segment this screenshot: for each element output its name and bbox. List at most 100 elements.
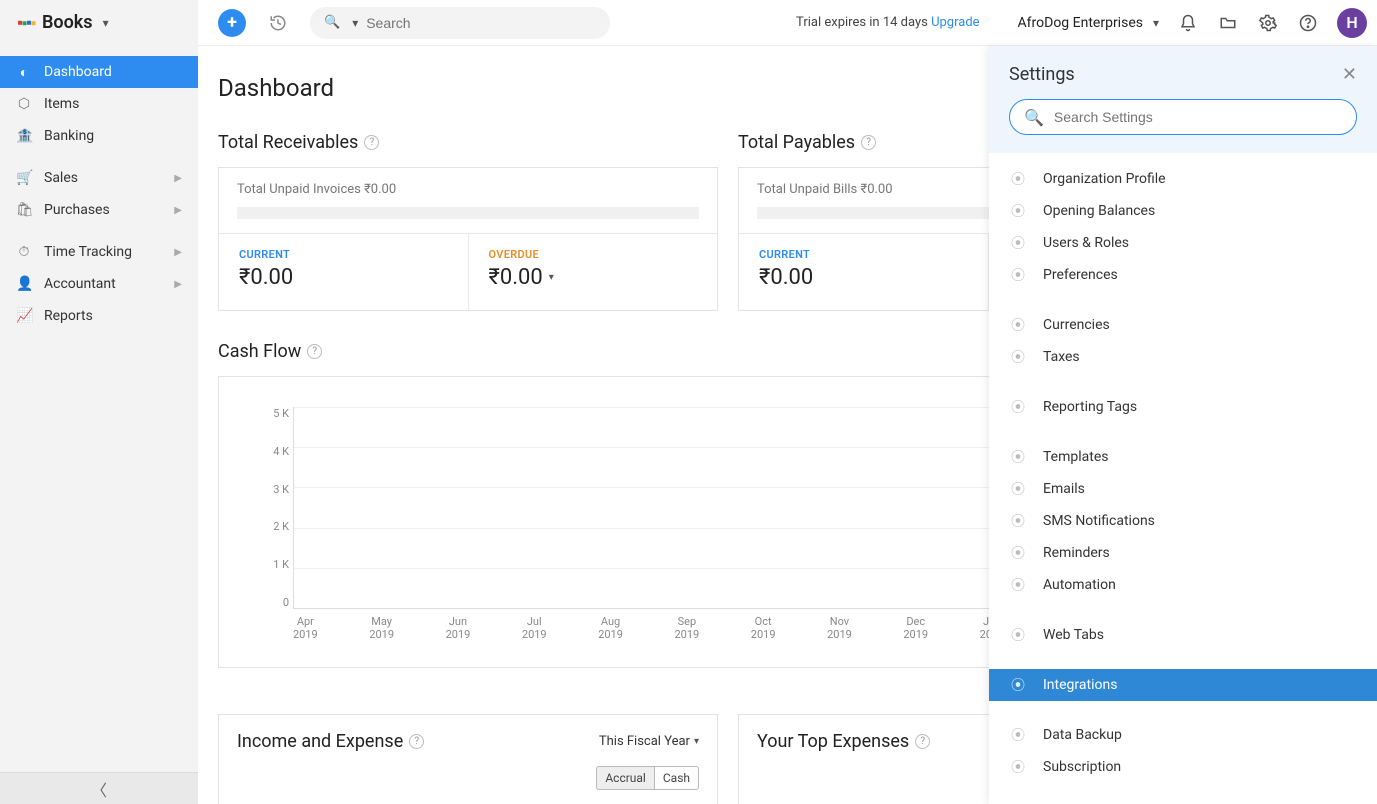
settings-item-label: SMS Notifications — [1043, 513, 1155, 529]
settings-item-emails[interactable]: ⦿ Emails — [989, 473, 1377, 505]
sidebar-item-icon: ⬡ — [16, 96, 32, 112]
receivables-overdue-value: ₹0.00 — [489, 265, 543, 290]
receivables-overdue-label: OVERDUE — [489, 248, 698, 261]
help-icon[interactable]: ? — [915, 734, 930, 749]
settings-item-icon: ⦿ — [1009, 169, 1027, 189]
bell-icon — [1179, 14, 1197, 32]
y-tick: 2 K — [249, 520, 289, 533]
receivables-current-label: CURRENT — [239, 248, 448, 261]
settings-item-icon: ⦿ — [1009, 397, 1027, 417]
settings-search-input[interactable] — [1054, 109, 1342, 125]
settings-search[interactable]: 🔍 — [1009, 99, 1357, 135]
settings-item-automation[interactable]: ⦿ Automation — [989, 569, 1377, 601]
sidebar-item-time-tracking[interactable]: ⏱ Time Tracking ▶ — [0, 236, 198, 268]
settings-item-label: Web Tabs — [1043, 627, 1104, 643]
receivables-progress-bar — [237, 207, 699, 219]
settings-item-icon: ⦿ — [1009, 575, 1027, 595]
x-tick: Apr2019 — [293, 615, 318, 655]
receivables-current-value: ₹0.00 — [239, 265, 448, 290]
settings-item-integrations[interactable]: ⦿ Integrations — [989, 669, 1377, 701]
settings-item-reminders[interactable]: ⦿ Reminders — [989, 537, 1377, 569]
avatar[interactable]: H — [1337, 8, 1367, 38]
settings-button[interactable] — [1257, 12, 1279, 34]
notifications-button[interactable] — [1177, 12, 1199, 34]
sidebar-item-items[interactable]: ⬡ Items — [0, 88, 198, 120]
sidebar-item-reports[interactable]: 📈 Reports — [0, 300, 198, 332]
settings-item-data-backup[interactable]: ⦿ Data Backup — [989, 719, 1377, 751]
settings-item-icon: ⦿ — [1009, 447, 1027, 467]
organization-switcher[interactable]: AfroDog Enterprises ▾ — [1018, 15, 1159, 31]
settings-item-users-roles[interactable]: ⦿ Users & Roles — [989, 227, 1377, 259]
help-icon[interactable]: ? — [364, 135, 379, 150]
chevron-down-icon: ▾ — [103, 16, 109, 30]
documents-button[interactable] — [1217, 12, 1239, 34]
history-button[interactable] — [264, 9, 292, 37]
sidebar-item-sales[interactable]: 🛒 Sales ▶ — [0, 162, 198, 194]
x-tick: Oct2019 — [751, 615, 776, 655]
settings-item-sms-notifications[interactable]: ⦿ SMS Notifications — [989, 505, 1377, 537]
y-tick: 0 — [249, 596, 289, 609]
y-tick: 1 K — [249, 558, 289, 571]
settings-item-icon: ⦿ — [1009, 511, 1027, 531]
sidebar-item-icon: ◐ — [16, 64, 32, 81]
help-icon[interactable]: ? — [861, 135, 876, 150]
chevron-left-icon: 〈 — [91, 777, 107, 801]
gear-icon — [1259, 14, 1277, 32]
folder-icon — [1219, 14, 1237, 32]
sidebar-collapse-button[interactable]: 〈 — [0, 772, 198, 804]
trial-text: Trial expires in 14 days — [796, 15, 931, 30]
header-tools: + 🔍 ▾ Trial expires in 14 days Upgrade A… — [198, 7, 1377, 39]
income-expense-card: Income and Expense ? This Fiscal Year ▾ … — [218, 714, 718, 804]
settings-item-taxes[interactable]: ⦿ Taxes — [989, 341, 1377, 373]
x-tick: Jul2019 — [522, 615, 547, 655]
chevron-down-icon: ▾ — [549, 272, 554, 283]
settings-item-label: Currencies — [1043, 317, 1110, 333]
help-icon[interactable]: ? — [409, 734, 424, 749]
y-tick: 4 K — [249, 445, 289, 458]
chevron-right-icon: ▶ — [174, 173, 182, 184]
settings-item-organization-profile[interactable]: ⦿ Organization Profile — [989, 163, 1377, 195]
receivables-overdue-dropdown[interactable]: ₹0.00 ▾ — [489, 265, 698, 290]
fiscal-year-select[interactable]: This Fiscal Year ▾ — [599, 734, 699, 749]
sidebar-item-banking[interactable]: 🏦 Banking — [0, 120, 198, 152]
global-search[interactable]: 🔍 ▾ — [310, 7, 610, 39]
cash-button[interactable]: Cash — [654, 766, 699, 790]
settings-item-icon: ⦿ — [1009, 479, 1027, 499]
sidebar-item-accountant[interactable]: 👤 Accountant ▶ — [0, 268, 198, 300]
sidebar-item-dashboard[interactable]: ◐ Dashboard — [0, 56, 198, 88]
settings-item-label: Opening Balances — [1043, 203, 1155, 219]
settings-item-icon: ⦿ — [1009, 233, 1027, 253]
chevron-right-icon: ▶ — [174, 247, 182, 258]
settings-item-web-tabs[interactable]: ⦿ Web Tabs — [989, 619, 1377, 651]
payables-title: Total Payables — [738, 132, 855, 153]
brand-switcher[interactable]: Books ▾ — [0, 0, 198, 46]
sidebar-item-icon: 📈 — [16, 308, 32, 324]
accrual-button[interactable]: Accrual — [596, 766, 654, 790]
settings-item-subscription[interactable]: ⦿ Subscription — [989, 751, 1377, 783]
sidebar-item-icon: 🛒 — [16, 170, 32, 186]
settings-item-reporting-tags[interactable]: ⦿ Reporting Tags — [989, 391, 1377, 423]
chevron-down-icon: ▾ — [1153, 16, 1159, 30]
settings-item-preferences[interactable]: ⦿ Preferences — [989, 259, 1377, 291]
upgrade-link[interactable]: Upgrade — [931, 15, 979, 30]
help-icon[interactable]: ? — [307, 344, 322, 359]
settings-item-currencies[interactable]: ⦿ Currencies — [989, 309, 1377, 341]
close-button[interactable]: ✕ — [1342, 64, 1357, 85]
settings-item-templates[interactable]: ⦿ Templates — [989, 441, 1377, 473]
chevron-down-icon: ▾ — [694, 736, 699, 747]
close-icon: ✕ — [1342, 64, 1357, 85]
sidebar-item-label: Sales — [44, 170, 78, 186]
sidebar-item-purchases[interactable]: 🛍 Purchases ▶ — [0, 194, 198, 226]
settings-item-opening-balances[interactable]: ⦿ Opening Balances — [989, 195, 1377, 227]
settings-item-label: Reporting Tags — [1043, 399, 1137, 415]
payables-current-label: CURRENT — [759, 248, 968, 261]
settings-item-icon: ⦿ — [1009, 201, 1027, 221]
quick-add-button[interactable]: + — [218, 9, 246, 37]
header: Books ▾ + 🔍 ▾ Trial expires in 14 days U… — [0, 0, 1377, 46]
x-tick: May2019 — [369, 615, 394, 655]
search-scope-dropdown-icon[interactable]: ▾ — [352, 16, 358, 30]
sidebar-item-icon: 🏦 — [16, 128, 32, 144]
sidebar: ◐ Dashboard ⬡ Items 🏦 Banking 🛒 Sales ▶ … — [0, 46, 198, 804]
help-button[interactable] — [1297, 12, 1319, 34]
global-search-input[interactable] — [366, 15, 596, 31]
